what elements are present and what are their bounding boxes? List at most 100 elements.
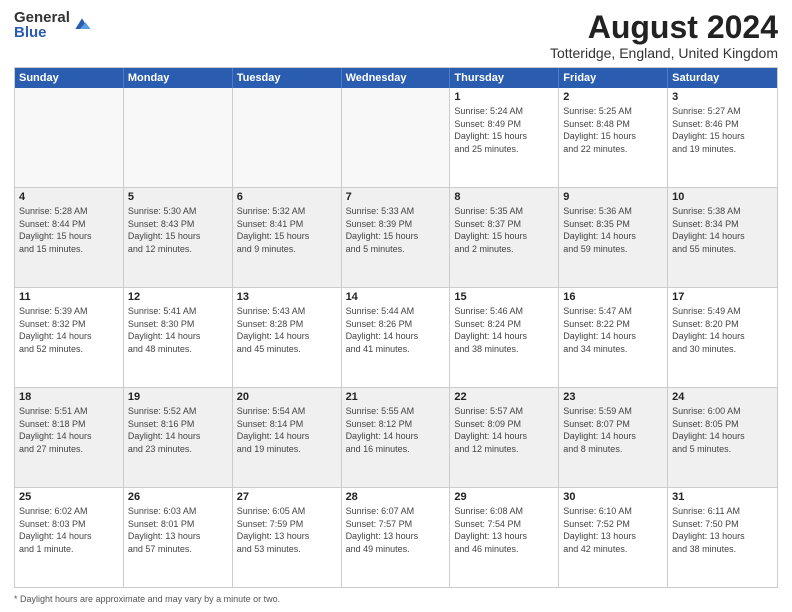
calendar-cell: 2 Sunrise: 5:25 AM Sunset: 8:48 PM Daylig… (559, 88, 668, 187)
day-number: 16 (563, 291, 663, 303)
calendar-cell: 23Sunrise: 5:59 AM Sunset: 8:07 PM Dayli… (559, 388, 668, 487)
cell-info: Sunrise: 5:35 AM Sunset: 8:37 PM Dayligh… (454, 205, 554, 255)
day-number: 18 (19, 391, 119, 403)
calendar-cell: 8 Sunrise: 5:35 AM Sunset: 8:37 PM Daylig… (450, 188, 559, 287)
calendar-cell: 30 Sunrise: 6:10 AM Sunset: 7:52 PM Dayli… (559, 488, 668, 587)
calendar-cell: 12 Sunrise: 5:41 AM Sunset: 8:30 PM Dayli… (124, 288, 233, 387)
calendar-cell: 13 Sunrise: 5:43 AM Sunset: 8:28 PM Dayli… (233, 288, 342, 387)
day-number: 2 (563, 91, 663, 103)
day-number: 11 (19, 291, 119, 303)
day-number: 26 (128, 491, 228, 503)
calendar-cell: 10 Sunrise: 5:38 AM Sunset: 8:34 PM Dayli… (668, 188, 777, 287)
calendar-cell: 4 Sunrise: 5:28 AM Sunset: 8:44 PM Daylig… (15, 188, 124, 287)
calendar-cell: 20Sunrise: 5:54 AM Sunset: 8:14 PM Dayli… (233, 388, 342, 487)
header: General Blue August 2024 Totteridge, Eng… (14, 10, 778, 61)
cell-info: Sunrise: 5:25 AM Sunset: 8:48 PM Dayligh… (563, 105, 663, 155)
cell-info: Sunrise: 5:54 AM Sunset: 8:14 PM Dayligh… (237, 405, 337, 455)
cell-info: Sunrise: 5:39 AM Sunset: 8:32 PM Dayligh… (19, 305, 119, 355)
day-number: 8 (454, 191, 554, 203)
calendar-cell: 21 Sunrise: 5:55 AM Sunset: 8:12 PM Dayli… (342, 388, 451, 487)
cell-info: Sunrise: 5:49 AM Sunset: 8:20 PM Dayligh… (672, 305, 773, 355)
title-block: August 2024 Totteridge, England, United … (550, 10, 778, 61)
calendar-cell: 29 Sunrise: 6:08 AM Sunset: 7:54 PM Dayli… (450, 488, 559, 587)
cell-info: Sunrise: 5:41 AM Sunset: 8:30 PM Dayligh… (128, 305, 228, 355)
cell-info: Sunrise: 5:52 AM Sunset: 8:16 PM Dayligh… (128, 405, 228, 455)
weekday-header: Thursday (450, 68, 559, 88)
day-number: 14 (346, 291, 446, 303)
weekday-header: Tuesday (233, 68, 342, 88)
day-number: 5 (128, 191, 228, 203)
subtitle: Totteridge, England, United Kingdom (550, 45, 778, 61)
logo-general: General (14, 10, 70, 25)
cell-info: Sunrise: 6:08 AM Sunset: 7:54 PM Dayligh… (454, 505, 554, 555)
calendar-cell: 9Sunrise: 5:36 AM Sunset: 8:35 PM Daylig… (559, 188, 668, 287)
day-number: 27 (237, 491, 337, 503)
day-number: 7 (346, 191, 446, 203)
day-number: 30 (563, 491, 663, 503)
cell-info: Sunrise: 5:57 AM Sunset: 8:09 PM Dayligh… (454, 405, 554, 455)
page: General Blue August 2024 Totteridge, Eng… (0, 0, 792, 612)
cell-info: Sunrise: 5:43 AM Sunset: 8:28 PM Dayligh… (237, 305, 337, 355)
logo: General Blue (14, 10, 92, 40)
logo-text: General Blue (14, 10, 70, 40)
cell-info: Sunrise: 6:10 AM Sunset: 7:52 PM Dayligh… (563, 505, 663, 555)
cell-info: Sunrise: 5:24 AM Sunset: 8:49 PM Dayligh… (454, 105, 554, 155)
calendar-body: 1 Sunrise: 5:24 AM Sunset: 8:49 PM Daylig… (15, 88, 777, 587)
calendar: SundayMondayTuesdayWednesdayThursdayFrid… (14, 67, 778, 588)
calendar-header: SundayMondayTuesdayWednesdayThursdayFrid… (15, 68, 777, 88)
cell-info: Sunrise: 6:00 AM Sunset: 8:05 PM Dayligh… (672, 405, 773, 455)
cell-info: Sunrise: 5:30 AM Sunset: 8:43 PM Dayligh… (128, 205, 228, 255)
logo-blue: Blue (14, 25, 70, 40)
logo-icon (72, 15, 92, 35)
note: * Daylight hours are approximate and may… (14, 594, 778, 604)
day-number: 13 (237, 291, 337, 303)
calendar-cell: 15 Sunrise: 5:46 AM Sunset: 8:24 PM Dayli… (450, 288, 559, 387)
calendar-cell (15, 88, 124, 187)
calendar-cell: 18 Sunrise: 5:51 AM Sunset: 8:18 PM Dayli… (15, 388, 124, 487)
calendar-cell (233, 88, 342, 187)
day-number: 1 (454, 91, 554, 103)
cell-info: Sunrise: 5:38 AM Sunset: 8:34 PM Dayligh… (672, 205, 773, 255)
calendar-cell: 28Sunrise: 6:07 AM Sunset: 7:57 PM Dayli… (342, 488, 451, 587)
calendar-cell: 25Sunrise: 6:02 AM Sunset: 8:03 PM Dayli… (15, 488, 124, 587)
day-number: 25 (19, 491, 119, 503)
day-number: 19 (128, 391, 228, 403)
day-number: 24 (672, 391, 773, 403)
day-number: 10 (672, 191, 773, 203)
day-number: 6 (237, 191, 337, 203)
day-number: 21 (346, 391, 446, 403)
calendar-cell: 1 Sunrise: 5:24 AM Sunset: 8:49 PM Daylig… (450, 88, 559, 187)
cell-info: Sunrise: 5:59 AM Sunset: 8:07 PM Dayligh… (563, 405, 663, 455)
day-number: 3 (672, 91, 773, 103)
day-number: 15 (454, 291, 554, 303)
cell-info: Sunrise: 5:51 AM Sunset: 8:18 PM Dayligh… (19, 405, 119, 455)
calendar-cell: 22Sunrise: 5:57 AM Sunset: 8:09 PM Dayli… (450, 388, 559, 487)
weekday-header: Friday (559, 68, 668, 88)
calendar-cell: 24 Sunrise: 6:00 AM Sunset: 8:05 PM Dayli… (668, 388, 777, 487)
day-number: 4 (19, 191, 119, 203)
cell-info: Sunrise: 5:46 AM Sunset: 8:24 PM Dayligh… (454, 305, 554, 355)
calendar-row: 18 Sunrise: 5:51 AM Sunset: 8:18 PM Dayli… (15, 388, 777, 488)
calendar-cell (342, 88, 451, 187)
calendar-cell: 19 Sunrise: 5:52 AM Sunset: 8:16 PM Dayli… (124, 388, 233, 487)
cell-info: Sunrise: 6:05 AM Sunset: 7:59 PM Dayligh… (237, 505, 337, 555)
calendar-cell: 11 Sunrise: 5:39 AM Sunset: 8:32 PM Dayli… (15, 288, 124, 387)
calendar-row: 4 Sunrise: 5:28 AM Sunset: 8:44 PM Daylig… (15, 188, 777, 288)
calendar-cell: 27 Sunrise: 6:05 AM Sunset: 7:59 PM Dayli… (233, 488, 342, 587)
day-number: 17 (672, 291, 773, 303)
day-number: 29 (454, 491, 554, 503)
cell-info: Sunrise: 5:55 AM Sunset: 8:12 PM Dayligh… (346, 405, 446, 455)
calendar-cell: 5 Sunrise: 5:30 AM Sunset: 8:43 PM Daylig… (124, 188, 233, 287)
calendar-cell: 7Sunrise: 5:33 AM Sunset: 8:39 PM Daylig… (342, 188, 451, 287)
day-number: 28 (346, 491, 446, 503)
cell-info: Sunrise: 5:28 AM Sunset: 8:44 PM Dayligh… (19, 205, 119, 255)
weekday-header: Monday (124, 68, 233, 88)
calendar-cell: 31Sunrise: 6:11 AM Sunset: 7:50 PM Dayli… (668, 488, 777, 587)
day-number: 9 (563, 191, 663, 203)
day-number: 31 (672, 491, 773, 503)
cell-info: Sunrise: 6:03 AM Sunset: 8:01 PM Dayligh… (128, 505, 228, 555)
calendar-cell: 16Sunrise: 5:47 AM Sunset: 8:22 PM Dayli… (559, 288, 668, 387)
day-number: 12 (128, 291, 228, 303)
calendar-row: 25Sunrise: 6:02 AM Sunset: 8:03 PM Dayli… (15, 488, 777, 587)
calendar-cell: 26 Sunrise: 6:03 AM Sunset: 8:01 PM Dayli… (124, 488, 233, 587)
